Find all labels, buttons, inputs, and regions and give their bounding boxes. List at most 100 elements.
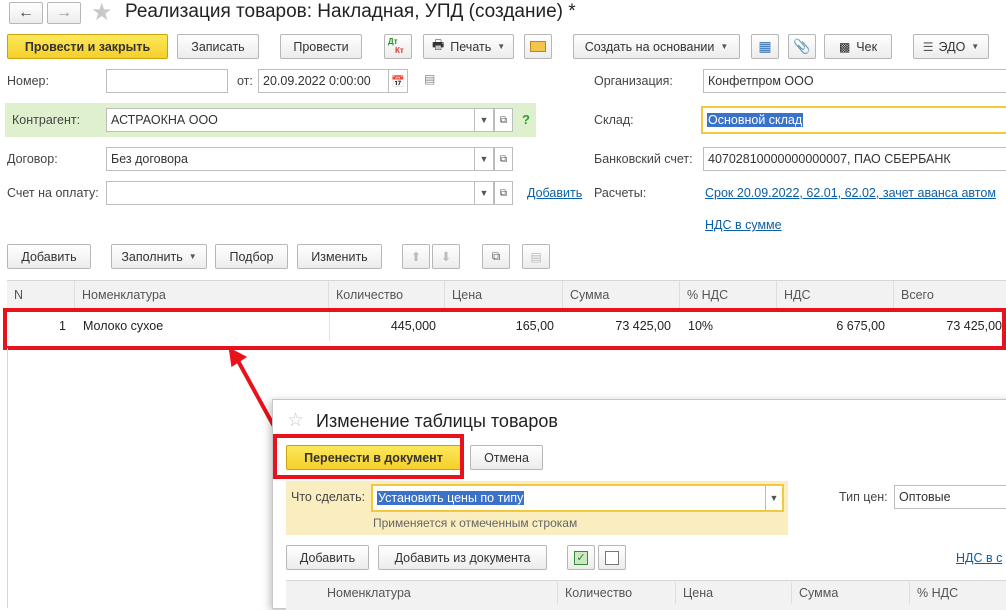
arrow-up-icon: ⬆ [410, 250, 422, 264]
counterparty-open-button[interactable]: ⧉ [494, 108, 513, 132]
action-hint: Применяется к отмеченным строкам [373, 516, 578, 530]
chevron-down-icon: ▼ [479, 115, 489, 125]
action-label: Что сделать: [291, 490, 366, 504]
forward-button[interactable]: → [47, 2, 81, 24]
dialog-cancel-button[interactable]: Отмена [470, 445, 543, 470]
action-field[interactable]: Установить цены по типу [371, 484, 767, 512]
edo-icon: ☰ [922, 39, 934, 54]
chevron-down-icon: ▼ [188, 252, 197, 261]
post-button[interactable]: Провести [280, 34, 362, 59]
calendar-button[interactable]: 📅 [389, 69, 408, 93]
price-type-field[interactable]: Оптовые [894, 485, 1006, 509]
add-from-document-button[interactable]: Добавить из документа [378, 545, 547, 570]
dialog-title: Изменение таблицы товаров [316, 411, 558, 431]
organization-field[interactable]: Конфетпром ООО [703, 69, 1006, 93]
calendar-icon: 📅 [391, 75, 405, 88]
receipt-button[interactable]: ▩ Чек [824, 34, 892, 59]
receipt-label: Чек [856, 39, 878, 54]
col-header-qty[interactable]: Количество [329, 281, 445, 309]
number-label: Номер: [7, 74, 49, 88]
invoice-field[interactable] [106, 181, 475, 205]
star-icon[interactable]: ☆ [287, 409, 304, 432]
checkbox-empty-icon [605, 550, 619, 565]
dialog-add-button[interactable]: Добавить [286, 545, 369, 570]
chevron-down-icon: ▼ [479, 188, 489, 198]
date-label: от: [237, 74, 253, 88]
checkbox-checked-icon: ✓ [574, 550, 588, 565]
action-dropdown[interactable]: ▼ [765, 484, 784, 512]
bank-account-label: Банковский счет: [594, 152, 693, 166]
edo-label: ЭДО [938, 39, 966, 54]
settlements-link[interactable]: Срок 20.09.2022, 62.01, 62.02, зачет ава… [705, 186, 1006, 200]
dialog-col-qty[interactable]: Количество [558, 582, 676, 604]
help-mark[interactable]: ? [522, 112, 530, 127]
chevron-down-icon: ▼ [479, 154, 489, 164]
attach-button[interactable]: 📎 [788, 34, 816, 59]
col-header-vat-rate[interactable]: % НДС [680, 281, 777, 309]
clipboard-icon: ▤ [530, 249, 542, 264]
settlements-label: Расчеты: [594, 186, 647, 200]
create-based-on-button[interactable]: Создать на основании ▼ [573, 34, 740, 59]
table-left-border [7, 348, 8, 608]
contract-field[interactable]: Без договора [106, 147, 475, 171]
dt-kt-button[interactable]: Дт Кт [384, 34, 412, 59]
move-up-button[interactable]: ⬆ [402, 244, 430, 269]
email-button[interactable] [524, 34, 552, 59]
check-all-button[interactable]: ✓ [567, 545, 595, 570]
date-field[interactable]: 20.09.2022 0:00:00 [258, 69, 389, 93]
dialog-col-price[interactable]: Цена [676, 582, 792, 604]
star-icon[interactable]: ★ [91, 0, 113, 27]
page-title: Реализация товаров: Накладная, УПД (созд… [125, 1, 576, 22]
pick-button[interactable]: Подбор [215, 244, 288, 269]
col-header-item[interactable]: Номенклатура [75, 281, 329, 309]
number-field[interactable] [106, 69, 228, 93]
chevron-down-icon: ▼ [720, 42, 729, 51]
warehouse-field[interactable]: Основной склад [701, 106, 1006, 134]
table-add-button[interactable]: Добавить [7, 244, 91, 269]
save-button[interactable]: Записать [177, 34, 259, 59]
dialog-col-sum[interactable]: Сумма [792, 582, 910, 604]
copy-button[interactable]: ⧉ [482, 244, 510, 269]
post-and-close-button[interactable]: Провести и закрыть [7, 34, 168, 59]
vat-in-sum-link[interactable]: НДС в сумме [705, 218, 782, 232]
fill-label: Заполнить [121, 249, 183, 264]
move-down-button[interactable]: ⬇ [432, 244, 460, 269]
back-button[interactable]: ← [9, 2, 43, 24]
invoice-dropdown[interactable]: ▼ [475, 181, 494, 205]
uncheck-all-button[interactable] [598, 545, 626, 570]
col-header-vat[interactable]: НДС [777, 281, 894, 309]
print-button[interactable]: 🖶 Печать ▼ [423, 34, 514, 59]
print-label: Печать [450, 39, 492, 54]
add-invoice-link[interactable]: Добавить [527, 186, 582, 200]
counterparty-field[interactable]: АСТРАОКНА ООО [106, 108, 475, 132]
dialog-vat-link[interactable]: НДС в с [956, 551, 1002, 565]
chevron-down-icon: ▼ [769, 493, 779, 503]
contract-open-button[interactable]: ⧉ [494, 147, 513, 171]
counterparty-dropdown[interactable]: ▼ [475, 108, 494, 132]
paperclip-icon: 📎 [793, 38, 811, 54]
edo-button[interactable]: ☰ ЭДО ▼ [913, 34, 989, 59]
copy-icon: ⧉ [491, 249, 501, 263]
structure-button[interactable]: ▦ [751, 34, 779, 59]
contract-label: Договор: [7, 152, 58, 166]
action-value: Установить цены по типу [377, 491, 525, 505]
col-header-n[interactable]: N [7, 281, 75, 309]
paste-button[interactable]: ▤ [522, 244, 550, 269]
invoice-label: Счет на оплату: [7, 186, 99, 200]
col-header-total[interactable]: Всего [894, 281, 1006, 309]
comment-icon[interactable]: ▤ [424, 72, 435, 86]
col-header-price[interactable]: Цена [445, 281, 563, 309]
dt-kt-icon: Дт Кт [388, 36, 408, 56]
bank-account-field[interactable]: 40702810000000000007, ПАО СБЕРБАНК [703, 147, 1006, 171]
change-button[interactable]: Изменить [297, 244, 382, 269]
dialog-col-vat-rate[interactable]: % НДС [910, 582, 1006, 604]
dialog-col-item[interactable]: Номенклатура [320, 582, 558, 604]
invoice-open-button[interactable]: ⧉ [494, 181, 513, 205]
col-header-sum[interactable]: Сумма [563, 281, 680, 309]
open-window-icon: ⧉ [499, 114, 508, 126]
dt-label: Дт [388, 36, 398, 46]
fill-button[interactable]: Заполнить ▼ [111, 244, 207, 269]
counterparty-label: Контрагент: [12, 113, 81, 127]
arrow-left-icon: ← [18, 4, 34, 21]
contract-dropdown[interactable]: ▼ [475, 147, 494, 171]
